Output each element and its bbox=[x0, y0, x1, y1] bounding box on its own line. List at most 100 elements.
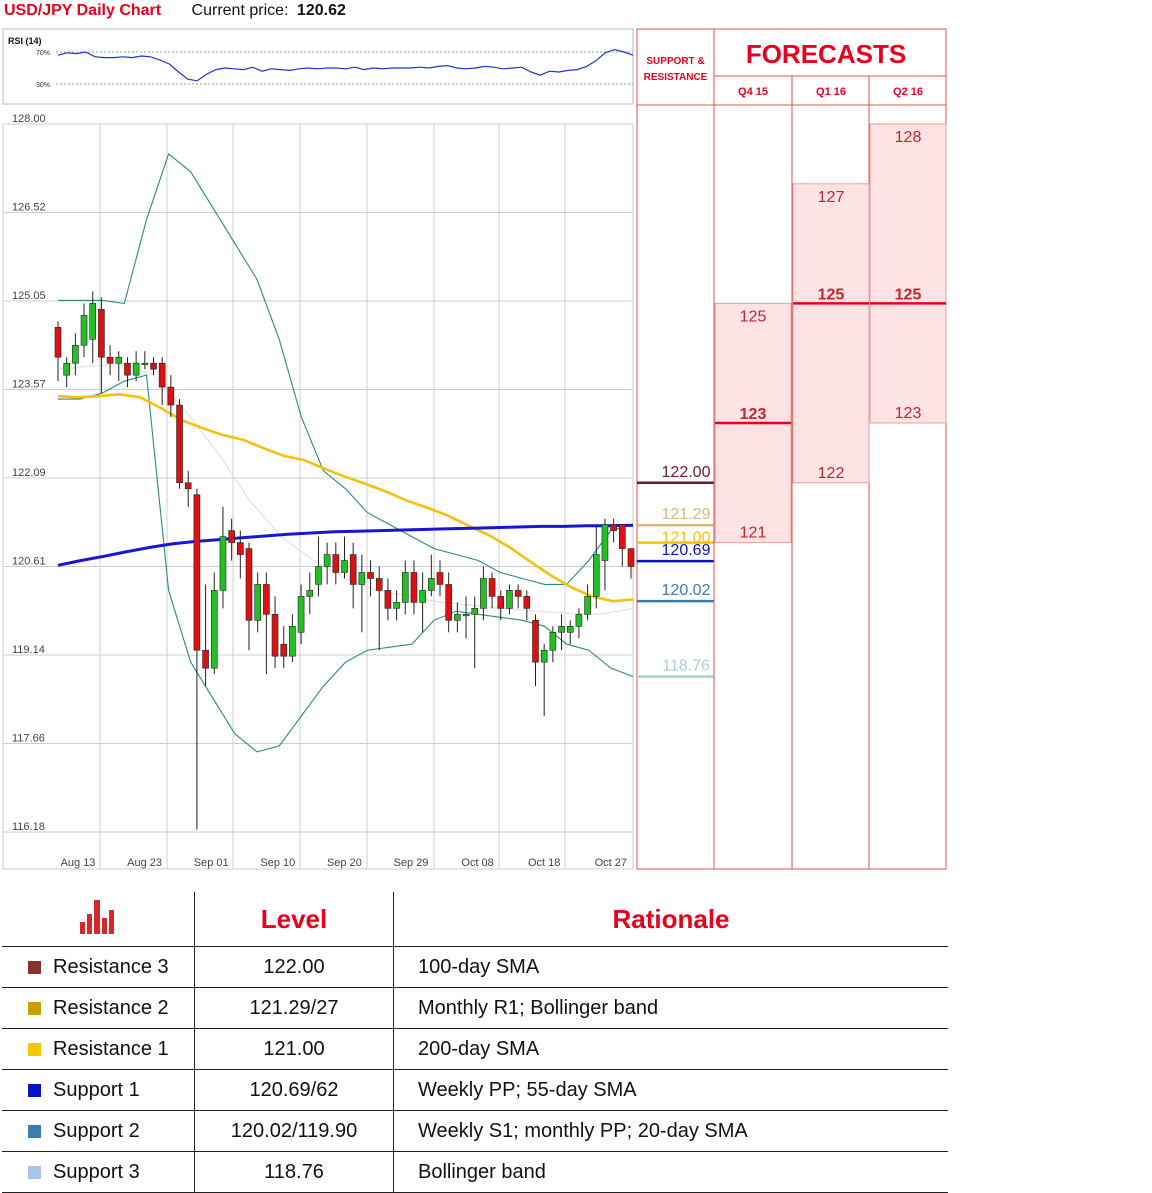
candle-body bbox=[401, 572, 409, 603]
level-color-swatch bbox=[28, 1001, 41, 1015]
candle-body bbox=[237, 542, 244, 555]
forecast-min-label: 121 bbox=[740, 525, 767, 542]
level-value-cell: 121.00 bbox=[194, 1028, 394, 1070]
sr-level-label: 118.76 bbox=[662, 658, 710, 675]
candle-body bbox=[610, 524, 617, 531]
sr-level-label: 120.02 bbox=[662, 582, 711, 599]
level-name-cell: Support 3 bbox=[2, 1151, 195, 1193]
candle-body bbox=[271, 614, 279, 657]
level-rationale-cell: 100-day SMA bbox=[393, 946, 948, 988]
forecast-median-label: 123 bbox=[740, 406, 767, 423]
level-name-cell: Resistance 3 bbox=[2, 946, 195, 988]
level-name-cell: Support 2 bbox=[2, 1110, 195, 1152]
rsi-panel: RSI (14) 70% 30% bbox=[2, 28, 634, 105]
table-header-rationale: Rationale bbox=[393, 892, 948, 947]
candle-body bbox=[219, 536, 227, 591]
candle-body bbox=[124, 362, 131, 376]
candle-body bbox=[89, 303, 97, 340]
table-row: Resistance 1 121.00 200-day SMA bbox=[2, 1028, 948, 1070]
sr-header-line1: SUPPORT & bbox=[646, 56, 704, 67]
x-tick-label: Aug 13 bbox=[61, 857, 96, 869]
forecast-max-label: 125 bbox=[740, 308, 767, 325]
candle-body bbox=[323, 554, 331, 567]
forecast-median-label: 125 bbox=[895, 286, 922, 303]
level-color-swatch bbox=[28, 1042, 41, 1056]
candle-body bbox=[419, 590, 426, 603]
candle-body bbox=[341, 560, 348, 573]
level-rationale-cell: Monthly R1; Bollinger band bbox=[393, 987, 948, 1029]
sr-level-label: 120.69 bbox=[662, 542, 711, 559]
candle-body bbox=[506, 590, 513, 609]
rsi-line bbox=[57, 48, 634, 82]
candle-body bbox=[184, 482, 192, 490]
forecast-range-box bbox=[869, 123, 947, 424]
candle-body bbox=[488, 578, 496, 597]
candle-body bbox=[436, 572, 444, 585]
level-value-cell: 120.69/62 bbox=[194, 1069, 394, 1111]
sma100-line bbox=[57, 523, 634, 567]
forecast-columns: Q4 15 125 123 121 Q1 16 127 125 122 Q2 16 128 125 1… bbox=[714, 86, 947, 544]
level-rationale-cell: Weekly S1; monthly PP; 20-day SMA bbox=[393, 1110, 948, 1152]
level-name: Resistance 2 bbox=[53, 996, 169, 1019]
x-tick-label: Sep 29 bbox=[394, 857, 429, 869]
level-value-cell: 121.29/27 bbox=[194, 987, 394, 1029]
candle-body bbox=[540, 649, 548, 663]
rsi-tick-70: 70% bbox=[36, 50, 50, 57]
support-resistance-column: SUPPORT & RESISTANCE 122.00121.29121.001… bbox=[636, 28, 715, 870]
candle-body bbox=[115, 356, 123, 364]
level-name: Support 2 bbox=[53, 1119, 140, 1142]
level-color-swatch bbox=[28, 1124, 41, 1138]
forecast-min-label: 122 bbox=[818, 465, 845, 482]
y-tick-label: 120.61 bbox=[12, 556, 46, 568]
candle-body bbox=[445, 584, 452, 621]
table-header-level: Level bbox=[194, 892, 394, 947]
level-name-cell: Resistance 2 bbox=[2, 987, 195, 1029]
candle-body bbox=[349, 554, 357, 585]
candle-body bbox=[358, 572, 366, 585]
candle-body bbox=[297, 596, 305, 633]
candle-body bbox=[72, 344, 79, 364]
price-panel: 128.00 126.52 125.05 123.57 122.09 120.61 119.… bbox=[2, 113, 635, 870]
candle-body bbox=[158, 362, 166, 388]
level-value-cell: 120.02/119.90 bbox=[194, 1110, 394, 1152]
forecast-min-label: 123 bbox=[895, 405, 922, 422]
candle-body bbox=[619, 524, 626, 549]
x-axis-labels: Aug 13 Aug 23 Sep 01 Sep 10 Sep 20 Sep 29 Oct … bbox=[61, 857, 627, 869]
candle-body bbox=[132, 362, 140, 376]
table-row: Support 3 118.76 Bollinger band bbox=[2, 1151, 948, 1193]
candle-body bbox=[54, 327, 62, 358]
chart-canvas: RSI (14) 70% 30% 128.00 126.52 125.05 123.5… bbox=[2, 28, 947, 870]
y-tick-label: 116.18 bbox=[12, 821, 45, 833]
table-row: Support 2 120.02/119.90 Weekly S1; monthly… bbox=[2, 1110, 948, 1152]
candle-body bbox=[584, 596, 591, 615]
candle-body bbox=[566, 625, 574, 633]
table-row: Support 1 120.69/62 Weekly PP; 55-day SMA bbox=[2, 1069, 948, 1111]
candle-body bbox=[410, 572, 418, 603]
candle-body bbox=[532, 620, 539, 663]
candle-body bbox=[575, 614, 583, 627]
candle-body bbox=[462, 614, 470, 617]
level-name-cell: Support 1 bbox=[2, 1069, 195, 1111]
table-row: Resistance 3 122.00 100-day SMA bbox=[2, 946, 948, 988]
level-color-swatch bbox=[28, 960, 41, 974]
level-name: Resistance 3 bbox=[53, 955, 169, 978]
candle-body bbox=[471, 608, 479, 615]
candle-body bbox=[63, 362, 70, 376]
x-tick-label: Oct 18 bbox=[528, 857, 560, 869]
level-rationale-cell: Bollinger band bbox=[393, 1151, 948, 1193]
y-tick-label: 128.00 bbox=[12, 113, 46, 125]
level-name-cell: Resistance 1 bbox=[2, 1028, 195, 1070]
bollinger-upper-line bbox=[58, 152, 634, 585]
candle-body bbox=[549, 631, 557, 651]
level-color-swatch bbox=[28, 1165, 41, 1179]
candle-body bbox=[497, 596, 505, 609]
grid-layer bbox=[3, 124, 633, 869]
candle-body bbox=[193, 494, 201, 651]
level-name: Support 3 bbox=[53, 1160, 140, 1183]
candle-body bbox=[210, 590, 218, 669]
y-tick-label: 126.52 bbox=[12, 202, 46, 214]
level-value-cell: 118.76 bbox=[194, 1151, 394, 1193]
forecast-column-header: Q1 16 bbox=[816, 86, 846, 98]
level-rationale-cell: Weekly PP; 55-day SMA bbox=[393, 1069, 948, 1111]
y-tick-label: 117.66 bbox=[12, 733, 45, 745]
